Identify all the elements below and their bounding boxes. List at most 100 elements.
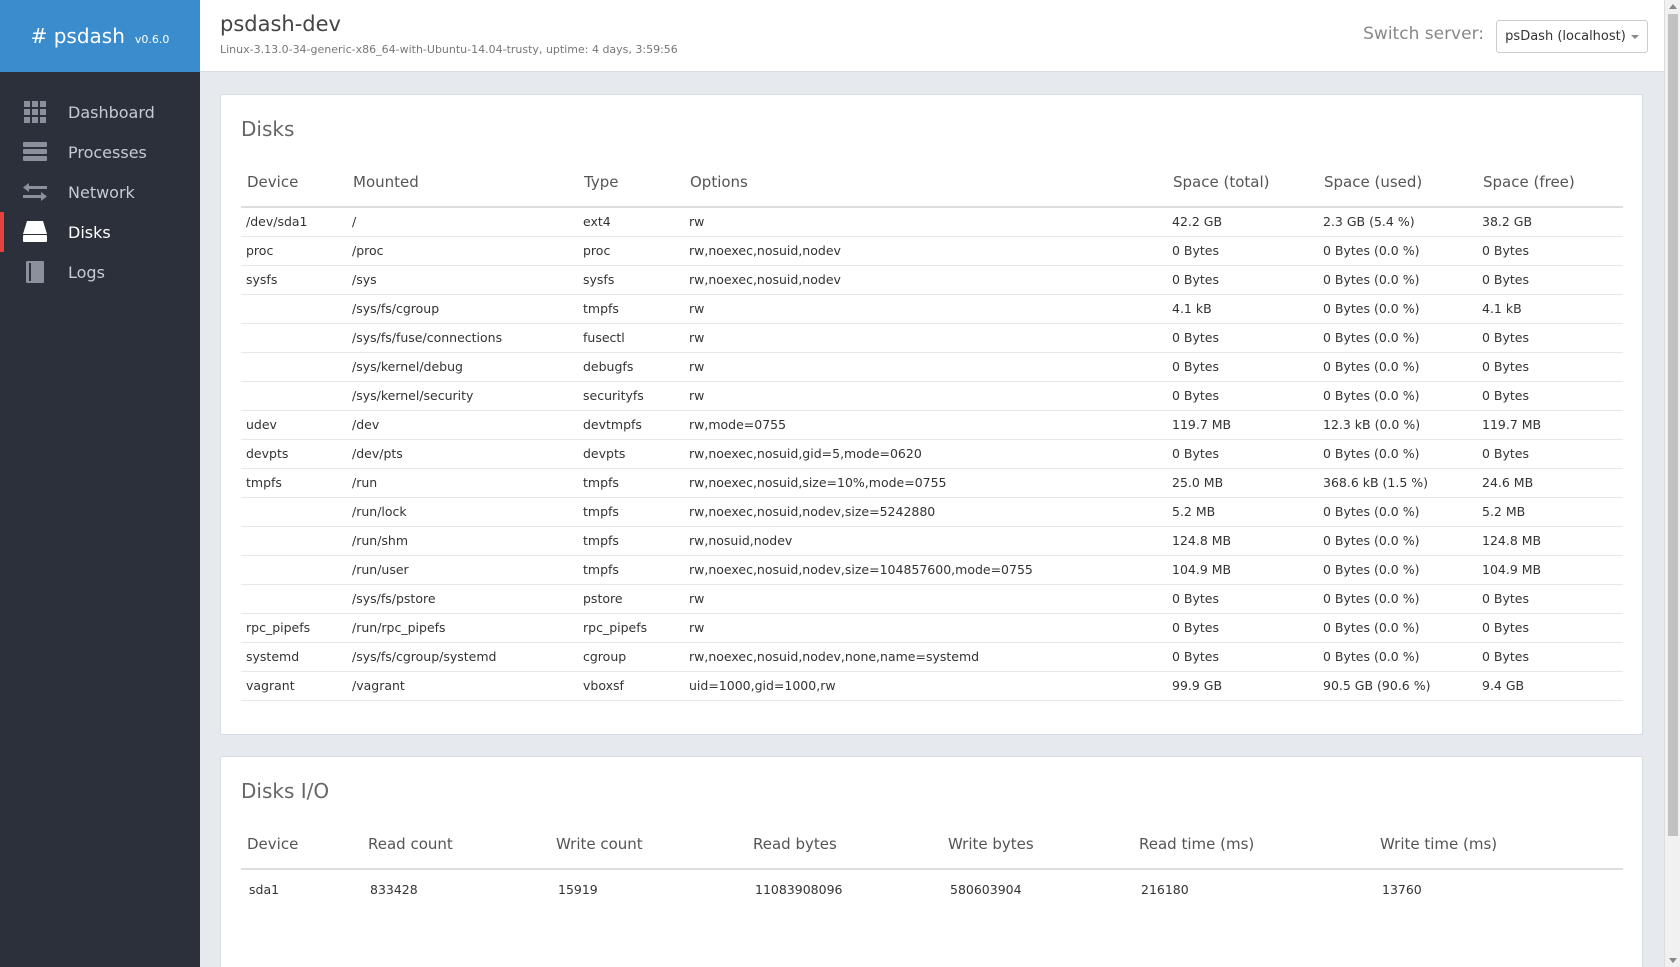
table-row: /run/user tmpfs rw,noexec,nosuid,nodev,siz… bbox=[241, 555, 1623, 585]
table-cell: udev bbox=[241, 410, 347, 440]
table-cell: 0 Bytes bbox=[1167, 236, 1318, 266]
table-cell: 0 Bytes bbox=[1167, 584, 1318, 614]
table-header-row: Device Read count Write count Read bytes Wri… bbox=[241, 819, 1623, 870]
table-cell: 104.9 MB bbox=[1477, 555, 1623, 585]
table-cell: 119.7 MB bbox=[1167, 410, 1318, 440]
table-cell: 0 Bytes (0.0 %) bbox=[1318, 294, 1477, 324]
column-header: Space (total) bbox=[1167, 157, 1318, 208]
table-cell: 4.1 kB bbox=[1167, 294, 1318, 324]
table-cell: debugfs bbox=[578, 352, 684, 382]
scroll-thumb[interactable] bbox=[1668, 14, 1678, 836]
table-cell: 0 Bytes bbox=[1477, 381, 1623, 411]
scroll-up-icon[interactable] bbox=[1669, 4, 1677, 9]
table-cell: rw,nosuid,nodev bbox=[684, 526, 1167, 556]
table-cell: 124.8 MB bbox=[1167, 526, 1318, 556]
table-header-row: Device Mounted Type Options Space (total) Spa… bbox=[241, 157, 1623, 208]
table-cell: uid=1000,gid=1000,rw bbox=[684, 671, 1167, 701]
scroll-down-icon[interactable] bbox=[1669, 958, 1677, 963]
table-cell: sysfs bbox=[241, 265, 347, 295]
table-cell: 0 Bytes (0.0 %) bbox=[1318, 381, 1477, 411]
table-cell: proc bbox=[241, 236, 347, 266]
table-cell: tmpfs bbox=[578, 497, 684, 527]
sidebar-item-disks[interactable]: Disks bbox=[0, 212, 200, 252]
table-cell: /run/lock bbox=[347, 497, 578, 527]
brand-logo[interactable]: # psdash v0.6.0 bbox=[0, 0, 200, 72]
table-cell: 0 Bytes (0.0 %) bbox=[1318, 526, 1477, 556]
switch-server-dropdown[interactable]: psDash (localhost) bbox=[1496, 20, 1648, 53]
disks-io-panel: Disks I/O Device Read count Write count Rea… bbox=[220, 756, 1643, 967]
table-cell: vagrant bbox=[241, 671, 347, 701]
table-cell: 13760 bbox=[1382, 882, 1422, 897]
table-cell: pstore bbox=[578, 584, 684, 614]
table-cell: devpts bbox=[241, 439, 347, 469]
table-cell: /vagrant bbox=[347, 671, 578, 701]
table-row: rpc_pipefs/run/rpc_pipefs rpc_pipefs rw 0 B… bbox=[241, 613, 1623, 643]
table-cell: rw,noexec,nosuid,nodev,none,name=systemd bbox=[684, 642, 1167, 672]
switch-server-label: Switch server: bbox=[1363, 24, 1484, 44]
table-cell: 0 Bytes bbox=[1477, 352, 1623, 382]
table-cell: 38.2 GB bbox=[1477, 207, 1623, 237]
table-cell: rw bbox=[684, 584, 1167, 614]
sidebar-item-dashboard[interactable]: Dashboard bbox=[0, 92, 200, 132]
table-cell: 0 Bytes bbox=[1167, 265, 1318, 295]
table-cell: rw bbox=[684, 613, 1167, 643]
table-row: /run/shm tmpfs rw,nosuid,nodev 124.8 MB 0 By… bbox=[241, 526, 1623, 556]
table-cell: rw bbox=[684, 294, 1167, 324]
table-row: /sys/kernel/security securityfs rw 0 Bytes 0… bbox=[241, 381, 1623, 411]
table-cell: securityfs bbox=[578, 381, 684, 411]
table-cell: 0 Bytes bbox=[1477, 236, 1623, 266]
table-row: /dev/sda1/ext4 rw 42.2 GB 2.3 GB (5.4 %) 38.… bbox=[241, 207, 1623, 237]
table-cell: rw bbox=[684, 207, 1167, 237]
table-cell: 368.6 kB (1.5 %) bbox=[1318, 468, 1477, 498]
table-cell: rpc_pipefs bbox=[241, 613, 347, 643]
table-cell: 0 Bytes (0.0 %) bbox=[1318, 555, 1477, 585]
table-cell: rw,noexec,nosuid,size=10%,mode=0755 bbox=[684, 468, 1167, 498]
column-header: Write count bbox=[550, 819, 747, 870]
table-cell: 0 Bytes (0.0 %) bbox=[1318, 236, 1477, 266]
table-cell: 4.1 kB bbox=[1477, 294, 1623, 324]
table-cell: sda1 bbox=[249, 882, 280, 897]
table-cell: tmpfs bbox=[578, 294, 684, 324]
book-icon bbox=[22, 261, 48, 283]
column-header: Read count bbox=[362, 819, 550, 870]
server-icon bbox=[22, 141, 48, 163]
table-cell: sysfs bbox=[578, 265, 684, 295]
table-cell: rw,noexec,nosuid,gid=5,mode=0620 bbox=[684, 439, 1167, 469]
table-cell: 0 Bytes (0.0 %) bbox=[1318, 584, 1477, 614]
table-cell: 90.5 GB (90.6 %) bbox=[1318, 671, 1477, 701]
disks-io-title: Disks I/O bbox=[241, 779, 330, 803]
table-cell: 580603904 bbox=[950, 882, 1022, 897]
switch-server-value: psDash (localhost) bbox=[1505, 29, 1626, 44]
table-cell: rw bbox=[684, 381, 1167, 411]
page-scrollbar[interactable] bbox=[1664, 0, 1680, 967]
table-cell: 0 Bytes bbox=[1477, 613, 1623, 643]
page-title: psdash-dev bbox=[220, 12, 341, 36]
column-header: Space (free) bbox=[1477, 157, 1623, 208]
column-header: Write time (ms) bbox=[1374, 819, 1623, 870]
table-cell: 24.6 MB bbox=[1477, 468, 1623, 498]
table-cell: /sys/fs/pstore bbox=[347, 584, 578, 614]
table-cell: 0 Bytes bbox=[1167, 642, 1318, 672]
brand-name: # psdash bbox=[30, 24, 125, 48]
table-cell: 124.8 MB bbox=[1477, 526, 1623, 556]
table-cell: 0 Bytes bbox=[1477, 584, 1623, 614]
table-body: /dev/sda1/ext4 rw 42.2 GB 2.3 GB (5.4 %) 38.… bbox=[241, 207, 1623, 701]
sidebar-item-processes[interactable]: Processes bbox=[0, 132, 200, 172]
table-cell: /run bbox=[347, 468, 578, 498]
table-cell: tmpfs bbox=[578, 555, 684, 585]
sidebar-item-logs[interactable]: Logs bbox=[0, 252, 200, 292]
table-cell: 11083908096 bbox=[755, 882, 843, 897]
table-row: /sys/fs/cgroup tmpfs rw 4.1 kB 0 Bytes (0.0 … bbox=[241, 294, 1623, 324]
table-cell: /sys bbox=[347, 265, 578, 295]
table-cell: systemd bbox=[241, 642, 347, 672]
table-cell: /sys/fs/cgroup bbox=[347, 294, 578, 324]
disks-panel: Disks Device Mounted Type Options Space (tot… bbox=[220, 94, 1643, 735]
sidebar-item-network[interactable]: Network bbox=[0, 172, 200, 212]
table-cell: /sys/fs/cgroup/systemd bbox=[347, 642, 578, 672]
table-cell: 0 Bytes bbox=[1167, 439, 1318, 469]
table-cell: rw,noexec,nosuid,nodev,size=5242880 bbox=[684, 497, 1167, 527]
table-cell: 104.9 MB bbox=[1167, 555, 1318, 585]
table-cell: tmpfs bbox=[241, 468, 347, 498]
table-row: proc/proc proc rw,noexec,nosuid,nodev 0 Byt… bbox=[241, 236, 1623, 266]
table-cell: devpts bbox=[578, 439, 684, 469]
